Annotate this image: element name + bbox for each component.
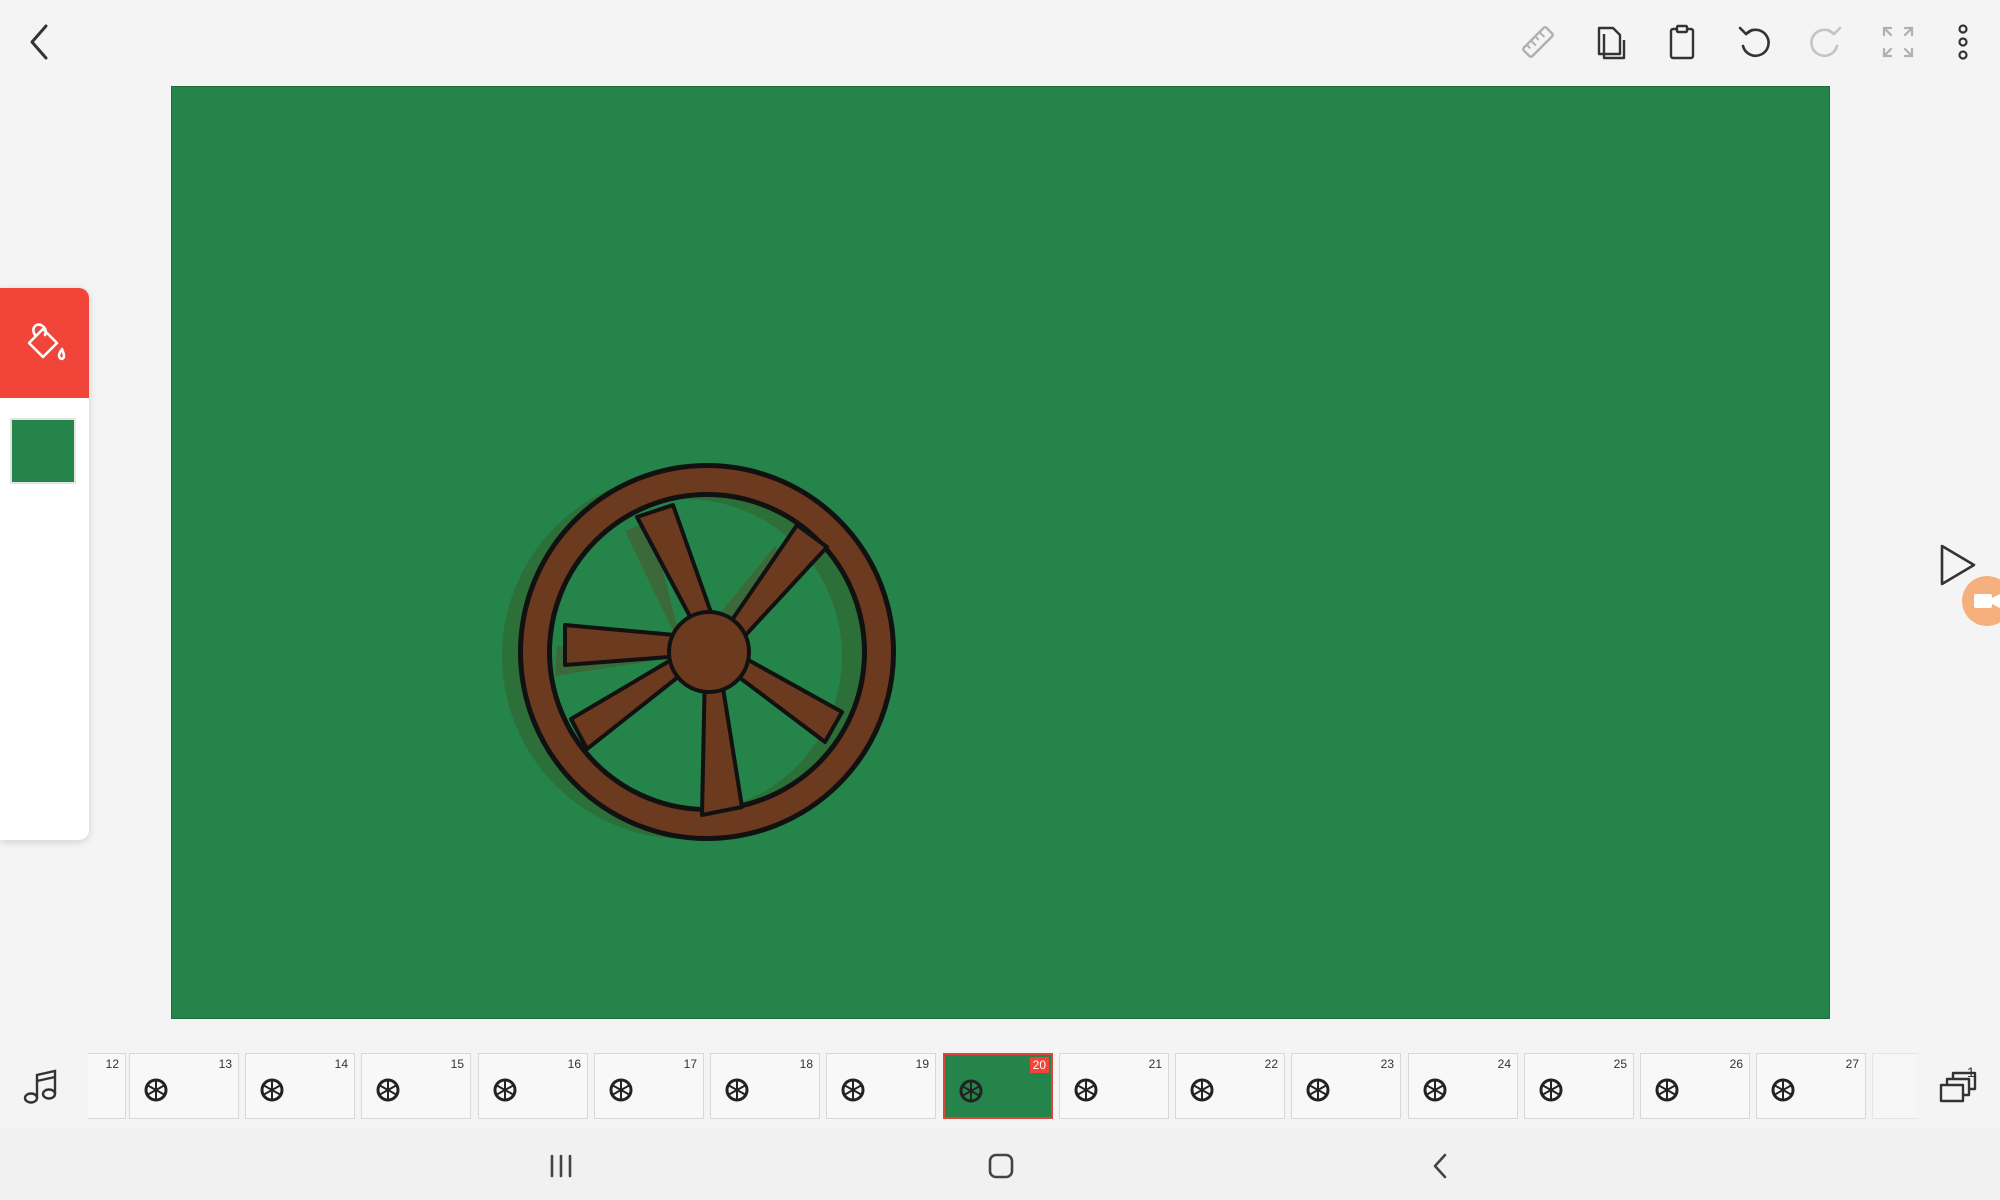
system-navigation-bar <box>0 1128 2000 1200</box>
frame-number: 15 <box>450 1057 464 1071</box>
wheel-drawing <box>502 463 896 841</box>
home-icon <box>988 1153 1014 1179</box>
frame-number: 19 <box>915 1057 929 1071</box>
redo-button[interactable] <box>1806 22 1846 62</box>
frame-number: 23 <box>1380 1057 1394 1071</box>
wheel-thumbnail-icon <box>841 1078 865 1102</box>
frame-thumbnail[interactable]: 13 <box>129 1053 239 1119</box>
wheel-thumbnail-icon <box>1423 1078 1447 1102</box>
back-chevron-icon <box>1433 1153 1447 1179</box>
layer-count: 1 <box>1967 1064 1975 1080</box>
wheel-thumbnail-icon <box>1539 1078 1563 1102</box>
wheel-thumbnail-icon <box>725 1078 749 1102</box>
music-note-icon <box>23 1069 57 1104</box>
home-button[interactable] <box>981 1146 1021 1186</box>
fill-bucket-tool[interactable] <box>0 288 89 398</box>
current-frame-number: 20 <box>1029 1057 1049 1073</box>
wheel-thumbnail-icon <box>1771 1078 1795 1102</box>
frame-number: 18 <box>799 1057 813 1071</box>
frame-thumbnail[interactable]: 14 <box>245 1053 355 1119</box>
frame-thumbnail-partial[interactable] <box>1872 1053 1918 1119</box>
frame-number: 14 <box>334 1057 348 1071</box>
fullscreen-button[interactable] <box>1878 22 1918 62</box>
record-button[interactable] <box>1962 576 2000 626</box>
frame-thumbnail[interactable]: 26 <box>1640 1053 1750 1119</box>
color-swatch[interactable] <box>10 418 76 484</box>
frame-thumbnail[interactable]: 21 <box>1059 1053 1169 1119</box>
undo-button[interactable] <box>1734 22 1774 62</box>
tool-panel <box>0 288 89 840</box>
wheel-thumbnail-icon <box>1655 1078 1679 1102</box>
current-frame-thumbnail[interactable]: 20 <box>943 1053 1053 1119</box>
frame-thumbnail[interactable]: 27 <box>1756 1053 1866 1119</box>
fill-bucket-icon <box>27 323 65 361</box>
more-icon <box>1958 24 1968 60</box>
copy-icon <box>1597 26 1626 60</box>
copy-button[interactable] <box>1590 22 1630 62</box>
recent-apps-button[interactable] <box>541 1146 581 1186</box>
recent-apps-icon <box>550 1154 572 1178</box>
paste-icon <box>1669 24 1695 60</box>
system-back-button[interactable] <box>1421 1146 1461 1186</box>
frame-number: 25 <box>1613 1057 1627 1071</box>
video-camera-icon <box>1974 594 2000 608</box>
wheel-thumbnail-icon <box>144 1078 168 1102</box>
frame-thumbnail[interactable]: 25 <box>1524 1053 1634 1119</box>
wheel-thumbnail-icon <box>609 1078 633 1102</box>
frame-thumbnail[interactable]: 16 <box>478 1053 588 1119</box>
music-button[interactable] <box>22 1067 58 1107</box>
frame-number: 17 <box>683 1057 697 1071</box>
more-options-button[interactable] <box>1945 22 1981 62</box>
frame-thumbnail[interactable]: 17 <box>594 1053 704 1119</box>
timeline: 12 13 14 15 16 17 18 19 20 21 22 23 24 2… <box>0 1045 2000 1125</box>
back-icon <box>30 24 48 60</box>
frame-number: 13 <box>218 1057 232 1071</box>
frame-thumbnail[interactable]: 18 <box>710 1053 820 1119</box>
wheel-thumbnail-icon <box>1074 1078 1098 1102</box>
frame-thumbnail[interactable]: 22 <box>1175 1053 1285 1119</box>
wheel-thumbnail-icon <box>493 1078 517 1102</box>
paste-button[interactable] <box>1662 22 1702 62</box>
frame-number: 27 <box>1845 1057 1859 1071</box>
frames-strip[interactable]: 12 13 14 15 16 17 18 19 20 21 22 23 24 2… <box>88 1053 1918 1119</box>
frame-number: 22 <box>1264 1057 1278 1071</box>
wheel-thumbnail-icon <box>1306 1078 1330 1102</box>
ruler-icon <box>1522 26 1554 58</box>
frame-thumbnail[interactable]: 24 <box>1408 1053 1518 1119</box>
drawing-canvas[interactable] <box>171 86 1830 1019</box>
undo-icon <box>1738 26 1770 58</box>
frame-number: 26 <box>1729 1057 1743 1071</box>
frame-thumbnail[interactable]: 19 <box>826 1053 936 1119</box>
frame-number: 16 <box>567 1057 581 1071</box>
redo-icon <box>1810 26 1842 58</box>
frame-number: 24 <box>1497 1057 1511 1071</box>
frame-thumbnail[interactable]: 12 <box>88 1053 126 1119</box>
ruler-button[interactable] <box>1518 22 1558 62</box>
wheel-thumbnail-icon <box>1190 1078 1214 1102</box>
back-button[interactable] <box>20 20 60 64</box>
fullscreen-icon <box>1882 26 1914 58</box>
frame-number: 21 <box>1148 1057 1162 1071</box>
frame-thumbnail[interactable]: 15 <box>361 1053 471 1119</box>
frame-thumbnail[interactable]: 23 <box>1291 1053 1401 1119</box>
wheel-thumbnail-icon <box>959 1079 983 1103</box>
wheel-thumbnail-icon <box>376 1078 400 1102</box>
frame-number: 12 <box>105 1057 119 1071</box>
wheel-thumbnail-icon <box>260 1078 284 1102</box>
